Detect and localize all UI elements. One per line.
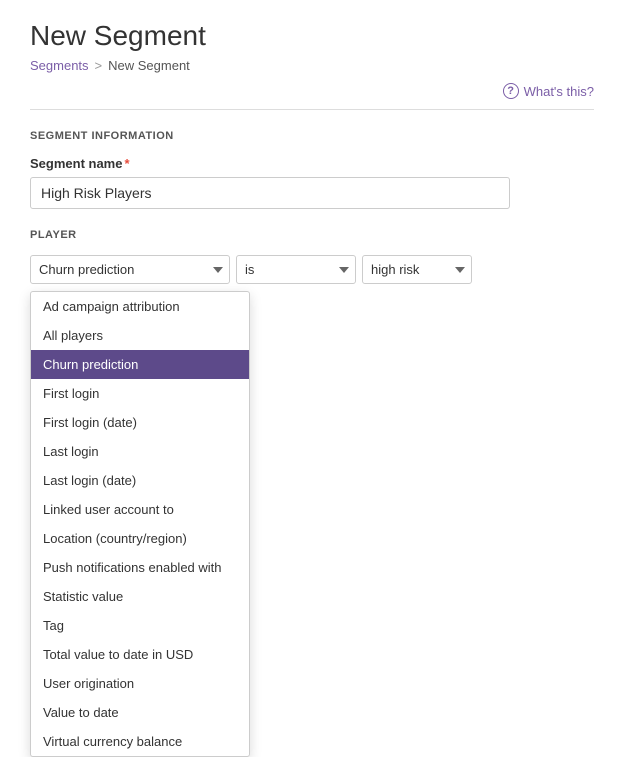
segment-name-group: Segment name* — [30, 156, 594, 209]
player-section: PLAYER Churn prediction Ad campaign attr… — [30, 229, 594, 331]
dropdown-item-statistic[interactable]: Statistic value — [31, 582, 249, 611]
segment-name-input[interactable] — [30, 177, 510, 209]
dropdown-item-linked-user[interactable]: Linked user account to — [31, 495, 249, 524]
section-divider — [30, 109, 594, 110]
player-condition-row: Churn prediction Ad campaign attribution… — [30, 255, 594, 284]
dropdown-item-churn[interactable]: Churn prediction — [31, 350, 249, 379]
breadcrumb-parent[interactable]: Segments — [30, 58, 89, 73]
dropdown-item-value-date[interactable]: Value to date — [31, 698, 249, 727]
dropdown-item-ad-campaign[interactable]: Ad campaign attribution — [31, 292, 249, 321]
help-label: What's this? — [524, 84, 594, 99]
dropdown-item-total-value[interactable]: Total value to date in USD — [31, 640, 249, 669]
help-icon: ? — [503, 83, 519, 99]
breadcrumb: Segments > New Segment — [30, 58, 594, 73]
dropdown-item-last-login[interactable]: Last login — [31, 437, 249, 466]
dropdown-item-tag[interactable]: Tag — [31, 611, 249, 640]
dropdown-item-first-login[interactable]: First login — [31, 379, 249, 408]
dropdown-item-first-login-date[interactable]: First login (date) — [31, 408, 249, 437]
segment-info-label: SEGMENT INFORMATION — [30, 130, 594, 142]
dropdown-item-push-notif[interactable]: Push notifications enabled with — [31, 553, 249, 582]
dropdown-item-location[interactable]: Location (country/region) — [31, 524, 249, 553]
player-section-label: PLAYER — [30, 229, 594, 241]
condition-select[interactable]: Churn prediction — [30, 255, 230, 284]
segment-info-section: SEGMENT INFORMATION Segment name* — [30, 130, 594, 209]
segment-name-label: Segment name* — [30, 156, 594, 171]
help-link[interactable]: ? What's this? — [503, 83, 594, 99]
breadcrumb-separator: > — [95, 58, 103, 73]
required-indicator: * — [124, 156, 129, 171]
dropdown-item-last-login-date[interactable]: Last login (date) — [31, 466, 249, 495]
breadcrumb-current: New Segment — [108, 58, 190, 73]
dropdown-item-virtual-currency[interactable]: Virtual currency balance — [31, 727, 249, 756]
dropdown-item-all-players[interactable]: All players — [31, 321, 249, 350]
value-select[interactable]: high risk — [362, 255, 472, 284]
condition-dropdown-menu: Ad campaign attribution All players Chur… — [30, 291, 250, 757]
operator-select[interactable]: is — [236, 255, 356, 284]
dropdown-item-user-orig[interactable]: User origination — [31, 669, 249, 698]
condition-dropdown-wrapper: Churn prediction Ad campaign attribution… — [30, 255, 230, 284]
page-title: New Segment — [30, 20, 594, 52]
